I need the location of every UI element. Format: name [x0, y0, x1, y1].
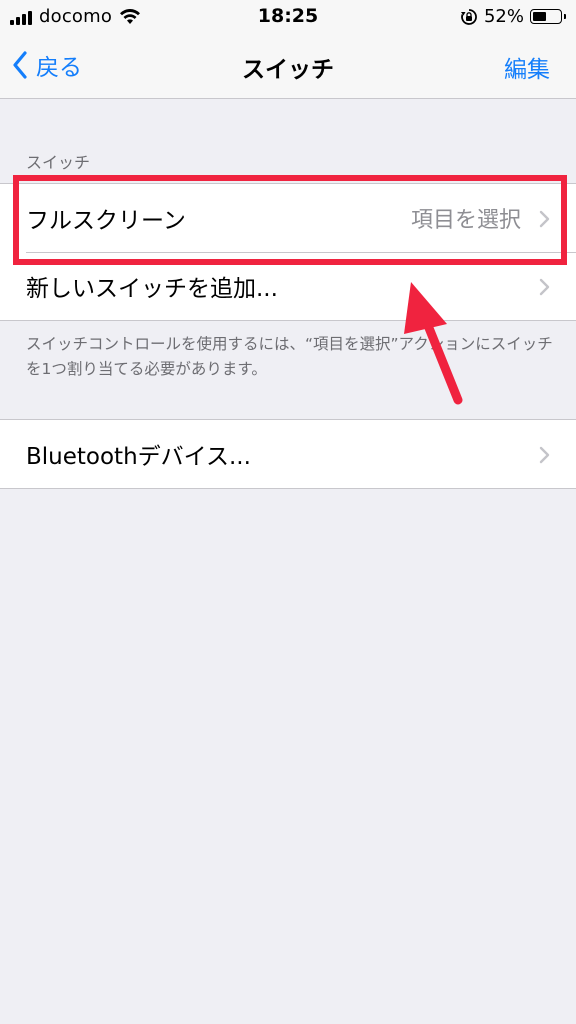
battery-icon [530, 9, 566, 24]
status-bar: docomo 18:25 52% [0, 0, 576, 34]
bluetooth-group: Bluetoothデバイス... [0, 419, 576, 489]
orientation-lock-icon [460, 8, 477, 25]
highlight-annotation-box [13, 175, 567, 265]
chevron-right-icon [539, 278, 550, 296]
screen: docomo 18:25 52% 戻る スイッチ 編集 スイッチ フルスクリーン… [0, 0, 576, 1024]
add-new-switch-label: 新しいスイッチを追加... [26, 276, 278, 302]
status-right: 52% [460, 6, 566, 27]
arrow-up-annotation-icon [404, 282, 463, 405]
battery-tip [564, 14, 566, 19]
page-title: スイッチ [242, 57, 334, 83]
navigation-bar: 戻る スイッチ 編集 [0, 34, 576, 99]
battery-percentage: 52% [483, 6, 524, 27]
bluetooth-devices-item[interactable]: Bluetoothデバイス... [0, 420, 576, 488]
section-header-switches: スイッチ [26, 153, 91, 172]
edit-button[interactable]: 編集 [504, 50, 550, 84]
bluetooth-devices-label: Bluetoothデバイス... [26, 444, 251, 470]
battery-level-fill [533, 12, 546, 21]
section-footer-switches: スイッチコントロールを使用するには、“項目を選択”アクションにスイッチを1つ割り… [26, 335, 553, 378]
chevron-right-icon [539, 446, 550, 464]
